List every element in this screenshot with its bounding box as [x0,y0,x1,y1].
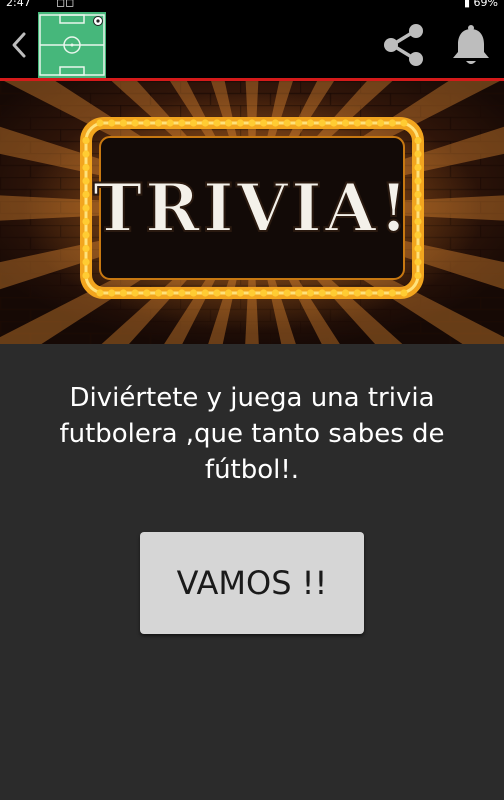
bulb [82,217,90,226]
app-bar [0,12,504,78]
bulb [154,289,163,297]
bulb [131,119,139,127]
bulb [82,204,90,212]
bulb [96,119,104,127]
trivia-banner: TRIVIA! [0,81,504,344]
bulb [341,289,350,297]
bulb [414,244,422,253]
bulb [225,119,233,127]
bulb [414,271,422,280]
bulb [414,163,422,172]
bulb [414,258,422,266]
bulb [82,163,90,172]
bulb [306,119,315,127]
bulb [295,119,303,127]
bulb [225,289,233,297]
bulb [143,119,151,127]
bulb [414,204,422,212]
trivia-title: TRIVIA! [93,169,411,247]
bulb [330,119,338,127]
bulb [201,119,209,127]
bulb [119,289,127,297]
bulb [388,289,396,297]
bulb [166,119,174,127]
bulb [189,119,198,127]
status-bar: 2:47 ◻◻ ▮ 69% [0,0,504,12]
marquee-sign: TRIVIA! [0,81,504,344]
bell-icon [453,25,489,64]
bulb [82,231,90,239]
vamos-button[interactable]: VAMOS !! [140,532,364,634]
battery-icon: ▮ 69% [464,0,498,9]
share-button[interactable] [380,22,428,68]
bulb [143,289,151,297]
bulb [260,289,268,297]
bulb [414,190,422,199]
bulb [82,190,90,199]
bulb [213,119,221,127]
bulb [341,119,350,127]
bulb [271,289,279,297]
bulb [365,289,373,297]
bulb [96,289,104,297]
bulb [318,289,326,297]
soccer-field-icon [38,12,106,78]
bulb [414,136,422,145]
bulb [295,289,303,297]
bulb [414,177,422,185]
signal-icon: ◻◻ [56,0,75,9]
bulb [189,289,198,297]
bulb [248,119,256,127]
bulb [283,119,291,127]
intro-message: Diviértete y juega una trivia futbolera … [59,383,445,485]
bulb [414,150,422,158]
bulb [178,289,186,297]
chevron-left-icon [12,32,26,58]
bulb [82,136,90,145]
bulb [236,119,244,127]
back-button[interactable] [6,28,34,62]
bulb [213,289,221,297]
bulb [400,289,408,297]
bulb [178,119,186,127]
bulb [108,289,116,297]
bulb [414,231,422,239]
bulb [414,217,422,226]
bulb [377,119,385,127]
bulb [353,289,361,297]
bulb [271,119,279,127]
app-logo[interactable] [38,12,106,78]
bulb [166,289,174,297]
status-time: 2:47 [6,0,31,9]
bulb [82,244,90,253]
bulb [353,119,361,127]
bulb [400,119,408,127]
bulb [201,289,209,297]
bulb [131,289,139,297]
bulb [306,289,315,297]
bulb [260,119,268,127]
bulb [377,289,385,297]
share-icon [384,24,423,66]
bulb [248,289,256,297]
bulb [108,119,116,127]
bulb [154,119,163,127]
bulb [330,289,338,297]
bulb [236,289,244,297]
bulb [365,119,373,127]
bulb [119,119,127,127]
bulb [82,150,90,158]
bulb [388,119,396,127]
bulb [82,177,90,185]
bulb [82,271,90,280]
bulb [318,119,326,127]
notification-button[interactable] [448,22,494,68]
bulb [82,258,90,266]
bulb [283,289,291,297]
